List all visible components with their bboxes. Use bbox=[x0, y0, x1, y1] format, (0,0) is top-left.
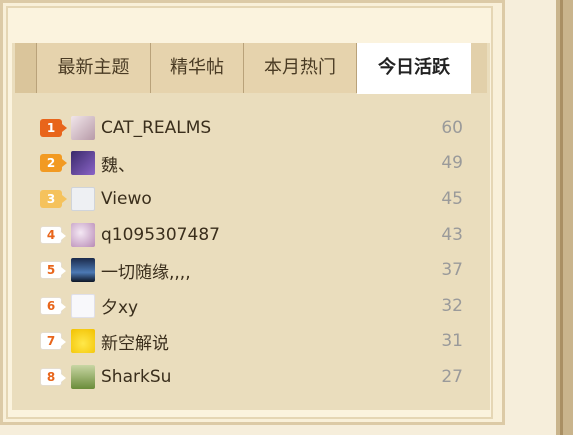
rank-badge: 7 bbox=[40, 332, 66, 351]
avatar[interactable] bbox=[71, 151, 95, 176]
activity-score: 31 bbox=[441, 331, 463, 352]
tab-today-active[interactable]: 今日活跃 bbox=[357, 43, 471, 94]
avatar[interactable] bbox=[71, 258, 95, 283]
username-link[interactable]: 一切随缘,,,, bbox=[101, 258, 423, 283]
page-edge-line bbox=[560, 0, 563, 435]
active-user-list: 1 CAT_REALMS 60 2 魏、 49 3 Viewo 45 4 q10… bbox=[40, 110, 470, 395]
rank-badge: 3 bbox=[40, 189, 67, 208]
list-item: 5 一切随缘,,,, 37 bbox=[40, 252, 470, 288]
username-link[interactable]: 夕xy bbox=[101, 293, 423, 318]
username-link[interactable]: Viewo bbox=[101, 189, 423, 209]
rank-badge: 5 bbox=[40, 261, 66, 280]
username-link[interactable]: 新空解说 bbox=[101, 329, 423, 354]
username-link[interactable]: SharkSu bbox=[101, 367, 423, 387]
rank-badge: 8 bbox=[40, 367, 66, 386]
avatar[interactable] bbox=[71, 364, 95, 389]
list-item: 3 Viewo 45 bbox=[40, 181, 470, 217]
page-edge bbox=[556, 0, 573, 435]
tab-featured-posts[interactable]: 精华帖 bbox=[151, 43, 244, 93]
activity-score: 45 bbox=[441, 188, 463, 209]
activity-score: 60 bbox=[441, 117, 463, 138]
tab-bar-fill bbox=[471, 43, 487, 93]
avatar[interactable] bbox=[71, 293, 95, 318]
rank-badge: 2 bbox=[40, 154, 67, 173]
tab-bar-spacer bbox=[15, 43, 37, 93]
activity-score: 49 bbox=[441, 153, 463, 174]
list-item: 4 q1095307487 43 bbox=[40, 217, 470, 253]
list-item: 8 SharkSu 27 bbox=[40, 359, 470, 395]
list-item: 1 CAT_REALMS 60 bbox=[40, 110, 470, 146]
rank-badge: 1 bbox=[40, 118, 67, 137]
list-item: 2 魏、 49 bbox=[40, 146, 470, 182]
avatar[interactable] bbox=[71, 115, 95, 140]
tab-bar: 最新主题 精华帖 本月热门 今日活跃 bbox=[15, 43, 487, 94]
list-item: 6 夕xy 32 bbox=[40, 288, 470, 324]
activity-score: 32 bbox=[441, 295, 463, 316]
tab-latest-topics[interactable]: 最新主题 bbox=[37, 43, 151, 93]
activity-score: 27 bbox=[441, 366, 463, 387]
avatar[interactable] bbox=[71, 329, 95, 354]
list-item: 7 新空解说 31 bbox=[40, 324, 470, 360]
avatar[interactable] bbox=[71, 186, 95, 211]
activity-score: 37 bbox=[441, 260, 463, 281]
rank-badge: 6 bbox=[40, 296, 66, 315]
activity-score: 43 bbox=[441, 224, 463, 245]
username-link[interactable]: CAT_REALMS bbox=[101, 118, 423, 138]
avatar[interactable] bbox=[71, 222, 95, 247]
username-link[interactable]: 魏、 bbox=[101, 151, 423, 176]
tab-monthly-hot[interactable]: 本月热门 bbox=[244, 43, 357, 93]
rank-badge: 4 bbox=[40, 225, 66, 244]
username-link[interactable]: q1095307487 bbox=[101, 225, 423, 245]
